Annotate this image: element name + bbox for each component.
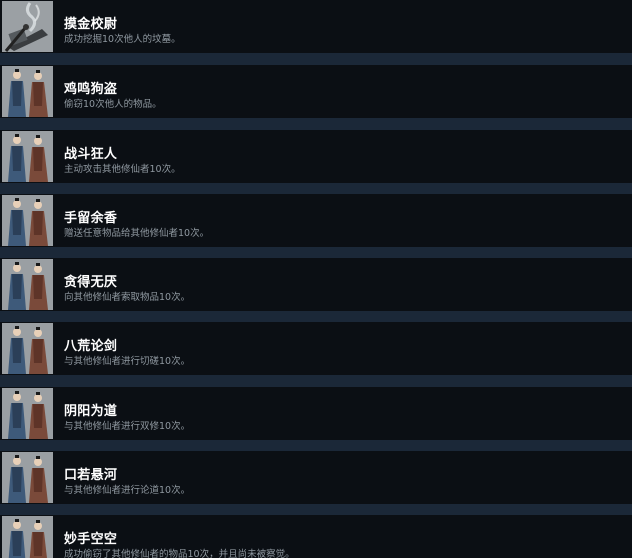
achievement-row[interactable]: 阴阳为道 与其他修仙者进行双修10次。 bbox=[0, 387, 632, 440]
achievement-title: 贪得无厌 bbox=[64, 275, 118, 290]
two-cultivators-icon bbox=[2, 66, 53, 117]
achievement-title: 战斗狂人 bbox=[64, 147, 118, 162]
achievement-description: 成功挖掘10次他人的坟墓。 bbox=[64, 34, 181, 45]
achievement-title: 摸金校尉 bbox=[64, 17, 118, 32]
achievement-description: 成功偷窃了其他修仙者的物品10次，并且尚未被察觉。 bbox=[64, 549, 295, 558]
achievement-row[interactable]: 手留余香 赠送任意物品给其他修仙者10次。 bbox=[0, 194, 632, 247]
achievement-description: 偷窃10次他人的物品。 bbox=[64, 99, 162, 110]
two-cultivators-icon bbox=[2, 195, 53, 246]
two-cultivators-icon bbox=[2, 516, 53, 558]
two-cultivators-icon bbox=[2, 388, 53, 439]
achievement-description: 与其他修仙者进行论道10次。 bbox=[64, 485, 191, 496]
achievement-description: 与其他修仙者进行切磋10次。 bbox=[64, 356, 191, 367]
achievement-description: 与其他修仙者进行双修10次。 bbox=[64, 421, 191, 432]
achievement-row[interactable]: 妙手空空 成功偷窃了其他修仙者的物品10次，并且尚未被察觉。 bbox=[0, 515, 632, 558]
achievement-description: 赠送任意物品给其他修仙者10次。 bbox=[64, 228, 210, 239]
tomb-digging-icon bbox=[2, 1, 53, 52]
achievement-row[interactable]: 鸡鸣狗盗 偷窃10次他人的物品。 bbox=[0, 65, 632, 118]
two-cultivators-icon bbox=[2, 452, 53, 503]
achievement-row[interactable]: 摸金校尉 成功挖掘10次他人的坟墓。 bbox=[0, 0, 632, 53]
achievement-title: 八荒论剑 bbox=[64, 339, 118, 354]
achievement-description: 主动攻击其他修仙者10次。 bbox=[64, 164, 181, 175]
achievement-row[interactable]: 八荒论剑 与其他修仙者进行切磋10次。 bbox=[0, 322, 632, 375]
achievement-title: 阴阳为道 bbox=[64, 404, 118, 419]
achievement-title: 鸡鸣狗盗 bbox=[64, 82, 118, 97]
two-cultivators-icon bbox=[2, 259, 53, 310]
achievement-row[interactable]: 贪得无厌 向其他修仙者索取物品10次。 bbox=[0, 258, 632, 311]
achievement-title: 手留余香 bbox=[64, 211, 118, 226]
achievement-row[interactable]: 战斗狂人 主动攻击其他修仙者10次。 bbox=[0, 130, 632, 183]
achievement-description: 向其他修仙者索取物品10次。 bbox=[64, 292, 191, 303]
achievement-title: 口若悬河 bbox=[64, 468, 118, 483]
two-cultivators-icon bbox=[2, 323, 53, 374]
two-cultivators-icon bbox=[2, 131, 53, 182]
achievement-title: 妙手空空 bbox=[64, 532, 118, 547]
achievement-row[interactable]: 口若悬河 与其他修仙者进行论道10次。 bbox=[0, 451, 632, 504]
achievement-list: 摸金校尉 成功挖掘10次他人的坟墓。 鸡鸣狗盗 偷窃10次他人的物品。 战斗狂人… bbox=[0, 0, 632, 558]
